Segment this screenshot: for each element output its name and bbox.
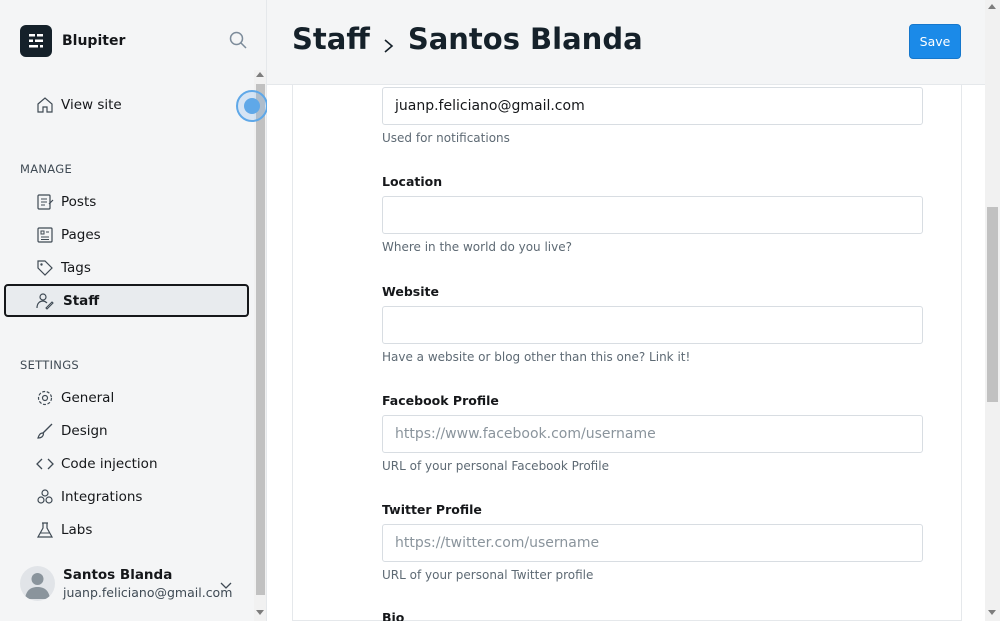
sidebar-item-label: Pages: [61, 226, 101, 243]
twitter-field[interactable]: https://twitter.com/username: [382, 524, 923, 562]
sidebar-item-labs[interactable]: Labs: [4, 513, 249, 546]
scroll-down-arrow-icon[interactable]: [988, 610, 996, 615]
scroll-up-arrow-icon[interactable]: [988, 4, 996, 9]
facebook-label: Facebook Profile: [382, 393, 499, 408]
sidebar-item-label: Code injection: [61, 455, 158, 472]
location-help: Where in the world do you live?: [382, 240, 572, 254]
page-header: Staff Santos Blanda Save: [267, 0, 987, 85]
twitter-help: URL of your personal Twitter profile: [382, 568, 594, 582]
email-help: Used for notifications: [382, 131, 510, 145]
profile-form-card: juanp.feliciano@gmail.com Used for notif…: [292, 85, 962, 621]
tag-icon: [36, 259, 54, 277]
sidebar-item-label: Tags: [61, 259, 91, 276]
sidebar-item-general[interactable]: General: [4, 381, 249, 414]
manage-section-title: MANAGE: [20, 162, 73, 176]
sidebar-item-label: Integrations: [61, 488, 143, 505]
sidebar-scrollbar-thumb[interactable]: [256, 84, 265, 595]
breadcrumb-parent[interactable]: Staff: [292, 22, 370, 56]
user-name: Santos Blanda: [63, 567, 173, 583]
website-field[interactable]: [382, 306, 923, 344]
user-email: juanp.feliciano@gmail.com: [63, 585, 233, 600]
email-field[interactable]: juanp.feliciano@gmail.com: [382, 87, 923, 125]
gear-icon: [36, 389, 54, 407]
user-menu[interactable]: Santos Blanda juanp.feliciano@gmail.com: [20, 566, 232, 601]
home-icon: [36, 96, 54, 114]
scroll-up-arrow-icon[interactable]: [256, 72, 264, 77]
sidebar-item-label: View site: [61, 96, 122, 113]
avatar: [20, 566, 55, 601]
sidebar-item-staff[interactable]: Staff: [4, 284, 249, 317]
sidebar-item-posts[interactable]: Posts: [4, 185, 249, 218]
brand-name: Blupiter: [62, 33, 126, 49]
flask-icon: [36, 521, 54, 539]
sidebar: Blupiter View site MANAGE Posts Pages Ta…: [0, 0, 268, 621]
facebook-help: URL of your personal Facebook Profile: [382, 459, 609, 473]
sidebar-item-design[interactable]: Design: [4, 414, 249, 447]
sidebar-item-label: Staff: [63, 292, 100, 309]
sidebar-item-pages[interactable]: Pages: [4, 218, 249, 251]
staff-icon: [36, 292, 54, 310]
code-icon: [36, 455, 54, 473]
breadcrumb-current: Santos Blanda: [407, 22, 643, 56]
sidebar-item-integrations[interactable]: Integrations: [4, 480, 249, 513]
twitter-label: Twitter Profile: [382, 502, 482, 517]
sidebar-item-label: Posts: [61, 193, 97, 210]
bio-label: Bio: [382, 610, 405, 621]
integrations-icon: [36, 488, 54, 506]
main-content: Staff Santos Blanda Save juanp.feliciano…: [267, 0, 1000, 621]
brand-logo-icon: [20, 25, 52, 57]
sidebar-item-label: Labs: [61, 521, 93, 538]
website-label: Website: [382, 284, 439, 299]
main-scrollbar-thumb[interactable]: [987, 207, 998, 402]
facebook-field[interactable]: https://www.facebook.com/username: [382, 415, 923, 453]
search-icon[interactable]: [228, 30, 248, 50]
chevron-down-icon[interactable]: [219, 578, 233, 592]
chevron-right-icon: [382, 29, 396, 53]
sidebar-item-label: Design: [61, 422, 108, 439]
brush-icon: [36, 422, 54, 440]
settings-section-title: SETTINGS: [20, 358, 80, 372]
sidebar-item-view-site[interactable]: View site: [4, 88, 249, 121]
location-field[interactable]: [382, 196, 923, 234]
scroll-down-arrow-icon[interactable]: [256, 610, 264, 615]
pages-icon: [36, 226, 54, 244]
brand[interactable]: Blupiter: [20, 25, 125, 57]
sidebar-item-tags[interactable]: Tags: [4, 251, 249, 284]
breadcrumb: Staff Santos Blanda: [292, 22, 643, 56]
website-help: Have a website or blog other than this o…: [382, 350, 691, 364]
save-button[interactable]: Save: [909, 24, 961, 59]
sidebar-item-code-injection[interactable]: Code injection: [4, 447, 249, 480]
posts-icon: [36, 193, 54, 211]
sidebar-item-label: General: [61, 389, 115, 406]
location-label: Location: [382, 174, 443, 189]
pointer-indicator: [236, 90, 268, 122]
